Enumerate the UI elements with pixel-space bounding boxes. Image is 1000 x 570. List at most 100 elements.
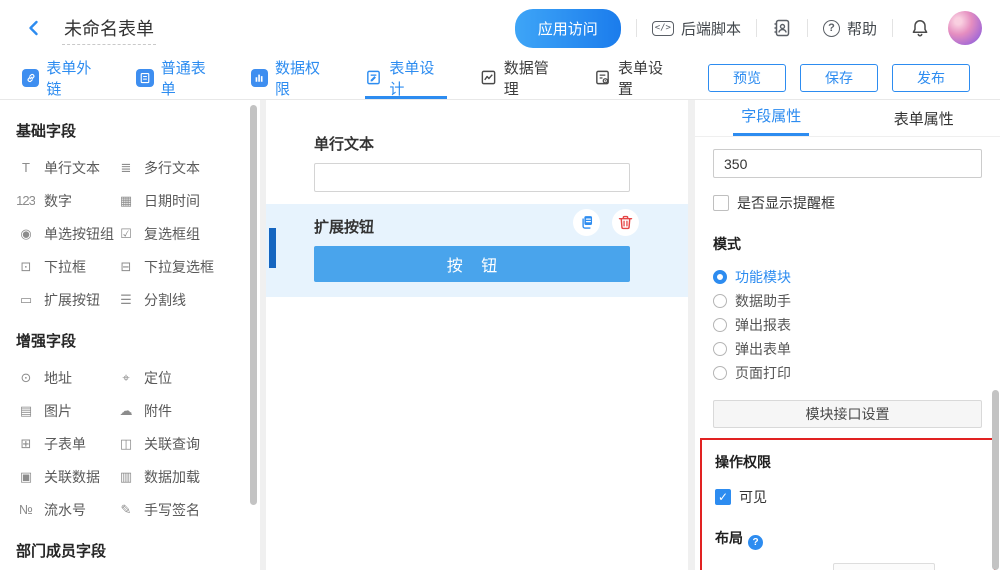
module-api-settings-button[interactable]: 模块接口设置	[713, 400, 982, 428]
checkbox-checked-icon[interactable]: ✓	[715, 489, 731, 505]
document-gear-icon	[594, 69, 611, 87]
backend-script-label: 后端脚本	[681, 18, 741, 39]
page-title[interactable]: 未命名表单	[62, 19, 156, 45]
tab-form-settings[interactable]: 表单设置	[594, 56, 676, 99]
tabbar-action-button[interactable]: 发布	[892, 64, 970, 92]
tabbar-action-button[interactable]: 保存	[800, 64, 878, 92]
field-type-item[interactable]: ◉ 单选按钮组	[16, 217, 116, 250]
reminder-checkbox-label: 是否显示提醒框	[737, 193, 835, 213]
field-type-item[interactable]: ◫ 关联查询	[116, 427, 226, 460]
field-type-item[interactable]: ⌖ 定位	[116, 361, 226, 394]
field-type-item[interactable]: ▣ 关联数据	[16, 460, 116, 493]
field-width-input[interactable]	[713, 149, 982, 178]
radio-icon[interactable]	[713, 366, 727, 380]
field-type-label: 地址	[44, 368, 72, 388]
field-type-item[interactable]: ⊡ 下拉框	[16, 250, 116, 283]
field-type-item[interactable]: ▤ 图片	[16, 394, 116, 427]
mode-radio-option[interactable]: 页面打印	[713, 361, 982, 385]
tab-normal-form[interactable]: 普通表单	[136, 56, 218, 99]
field-type-item[interactable]: ☑ 复选框组	[116, 217, 226, 250]
back-button[interactable]	[20, 14, 48, 42]
field-type-icon: ⊞	[16, 436, 35, 452]
field-type-icon: ▤	[16, 403, 35, 419]
field-type-item[interactable]: ✎ 手写签名	[116, 493, 226, 526]
permissions-title: 操作权限	[715, 452, 981, 472]
backend-script-button[interactable]: </> 后端脚本	[652, 18, 741, 39]
radio-icon[interactable]	[713, 318, 727, 332]
field-type-label: 关联查询	[144, 434, 200, 454]
link-icon	[22, 69, 39, 87]
code-icon: </>	[652, 21, 674, 36]
field-type-item[interactable]: ▭ 扩展按钮	[16, 283, 116, 316]
field-type-item[interactable]: T 单行文本	[16, 151, 116, 184]
field-type-icon: ☁	[116, 403, 135, 419]
contacts-book-button[interactable]	[772, 18, 792, 38]
panel-scrollbar[interactable]	[992, 390, 999, 570]
mode-radio-option[interactable]: 弹出报表	[713, 313, 982, 337]
radio-icon[interactable]	[713, 342, 727, 356]
chevron-left-icon	[25, 19, 43, 37]
field-type-label: 单行文本	[44, 158, 100, 178]
mode-radio-option[interactable]: 功能模块	[713, 265, 982, 289]
field-width-select[interactable]: 全部 ▼	[833, 563, 935, 570]
field-type-item[interactable]: ⊙ 地址	[16, 361, 116, 394]
notifications-button[interactable]	[910, 18, 930, 38]
layout-title: 布局?	[715, 528, 981, 550]
canvas-field-text[interactable]: 单行文本	[266, 133, 688, 192]
field-type-label: 数字	[44, 191, 72, 211]
checkbox-unchecked-icon[interactable]	[713, 195, 729, 211]
reminder-checkbox-row[interactable]: 是否显示提醒框	[713, 193, 982, 213]
mode-radio-option[interactable]: 数据助手	[713, 289, 982, 313]
copy-field-button[interactable]	[573, 209, 600, 236]
tabbar-action-button[interactable]: 预览	[708, 64, 786, 92]
delete-field-button[interactable]	[612, 209, 639, 236]
divider	[807, 19, 808, 37]
bell-icon	[910, 18, 930, 38]
tab-data-permission[interactable]: 数据权限	[251, 56, 333, 99]
mode-radio-option[interactable]: 弹出表单	[713, 337, 982, 361]
field-type-icon: ⊡	[16, 259, 35, 275]
field-type-icon: T	[16, 160, 35, 175]
tab-form-design[interactable]: 表单设计	[365, 56, 447, 99]
field-type-item[interactable]: ☰ 分割线	[116, 283, 226, 316]
tab-form-properties[interactable]: 表单属性	[848, 100, 1000, 136]
canvas-field-extend-button-selected[interactable]: 扩展按钮	[266, 204, 688, 297]
radio-icon[interactable]	[713, 294, 727, 308]
help-tip-icon[interactable]: ?	[748, 535, 763, 550]
divider	[756, 19, 757, 37]
field-type-item[interactable]: ⊞ 子表单	[16, 427, 116, 460]
tab-field-properties[interactable]: 字段属性	[695, 100, 848, 136]
help-icon: ?	[823, 20, 840, 37]
field-type-icon: ☑	[116, 226, 135, 242]
radio-label: 页面打印	[735, 363, 791, 383]
line-chart-icon	[479, 69, 496, 87]
field-type-item[interactable]: ≣ 多行文本	[116, 151, 226, 184]
field-type-label: 数据加载	[144, 467, 200, 487]
field-type-item[interactable]: 123 数字	[16, 184, 116, 217]
single-line-text-input[interactable]	[314, 163, 630, 192]
extend-button-preview[interactable]: 按 钮	[314, 246, 630, 282]
field-type-label: 子表单	[44, 434, 86, 454]
app-access-button[interactable]: 应用访问	[515, 9, 621, 48]
field-type-label: 单选按钮组	[44, 224, 114, 244]
divider	[636, 19, 637, 37]
tab-label: 数据权限	[275, 57, 333, 99]
help-button[interactable]: ? 帮助	[823, 18, 877, 39]
tab-data-management[interactable]: 数据管理	[479, 56, 561, 99]
highlighted-permission-section: 操作权限 ✓ 可见 布局? 字段宽度占整行的 全部 ▼	[700, 438, 996, 570]
user-avatar[interactable]	[948, 11, 982, 45]
sidebar-scrollbar[interactable]	[250, 105, 257, 505]
bar-chart-icon	[251, 69, 268, 87]
field-type-item[interactable]: № 流水号	[16, 493, 116, 526]
field-type-icon: ≣	[116, 160, 135, 176]
field-type-item[interactable]: ☁ 附件	[116, 394, 226, 427]
field-type-item[interactable]: ▦ 日期时间	[116, 184, 226, 217]
radio-icon[interactable]	[713, 270, 727, 284]
field-type-item[interactable]: ▥ 数据加载	[116, 460, 226, 493]
visible-checkbox-row[interactable]: ✓ 可见	[715, 487, 981, 507]
tab-label: 数据管理	[504, 57, 562, 99]
field-type-item[interactable]: ⊟ 下拉复选框	[116, 250, 226, 283]
radio-label: 弹出表单	[735, 339, 791, 359]
tab-form-external-link[interactable]: 表单外链	[22, 56, 104, 99]
form-title-wrap[interactable]: 未命名表单	[62, 15, 156, 41]
